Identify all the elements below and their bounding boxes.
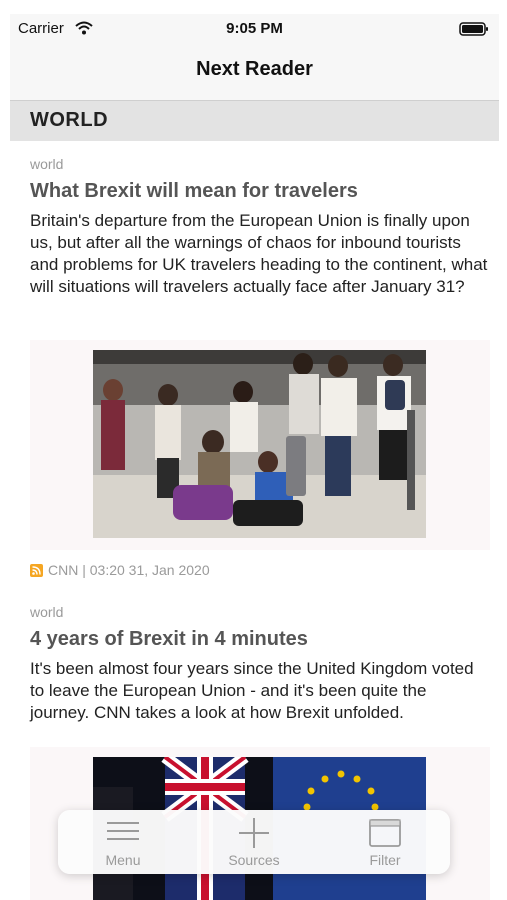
filter-icon [369,819,401,847]
section-header: WORLD [10,101,499,141]
menu-tab-label: Menu [105,852,141,868]
status-bar: Carrier 9:05 PM [10,14,499,44]
filter-tab[interactable]: Filter [320,810,450,874]
article-item[interactable]: world What Brexit will mean for traveler… [30,156,490,298]
app-screen: Carrier 9:05 PM Next Reader WORLD world … [10,14,499,900]
article-summary: Britain's departure from the European Un… [30,211,488,296]
article-category: world [30,156,64,172]
menu-icon [107,822,139,840]
sources-tab[interactable]: Sources [189,810,319,874]
article-thumbnail[interactable] [30,340,490,550]
navigation-bar: Next Reader [10,44,499,101]
article-source: CNN | 03:20 31, Jan 2020 [30,562,210,578]
section-title: WORLD [30,109,109,131]
source-text: CNN | 03:20 31, Jan 2020 [48,562,210,578]
battery-icon [459,22,488,36]
plus-icon [239,818,269,848]
article-headline[interactable]: 4 years of Brexit in 4 minutes [30,628,490,651]
article-category: world [30,604,64,620]
article-summary: It's been almost four years since the Un… [30,659,474,722]
filter-tab-label: Filter [369,852,401,868]
page-title: Next Reader [196,58,313,80]
bottom-toolbar: Menu Sources Filter [58,810,450,874]
status-time: 9:05 PM [226,20,283,37]
rss-icon [30,564,43,577]
article-headline[interactable]: What Brexit will mean for travelers [30,180,490,203]
menu-tab[interactable]: Menu [58,810,188,874]
travelers-photo [93,350,426,538]
sources-tab-label: Sources [228,852,280,868]
article-item[interactable]: world 4 years of Brexit in 4 minutes It'… [30,604,490,724]
